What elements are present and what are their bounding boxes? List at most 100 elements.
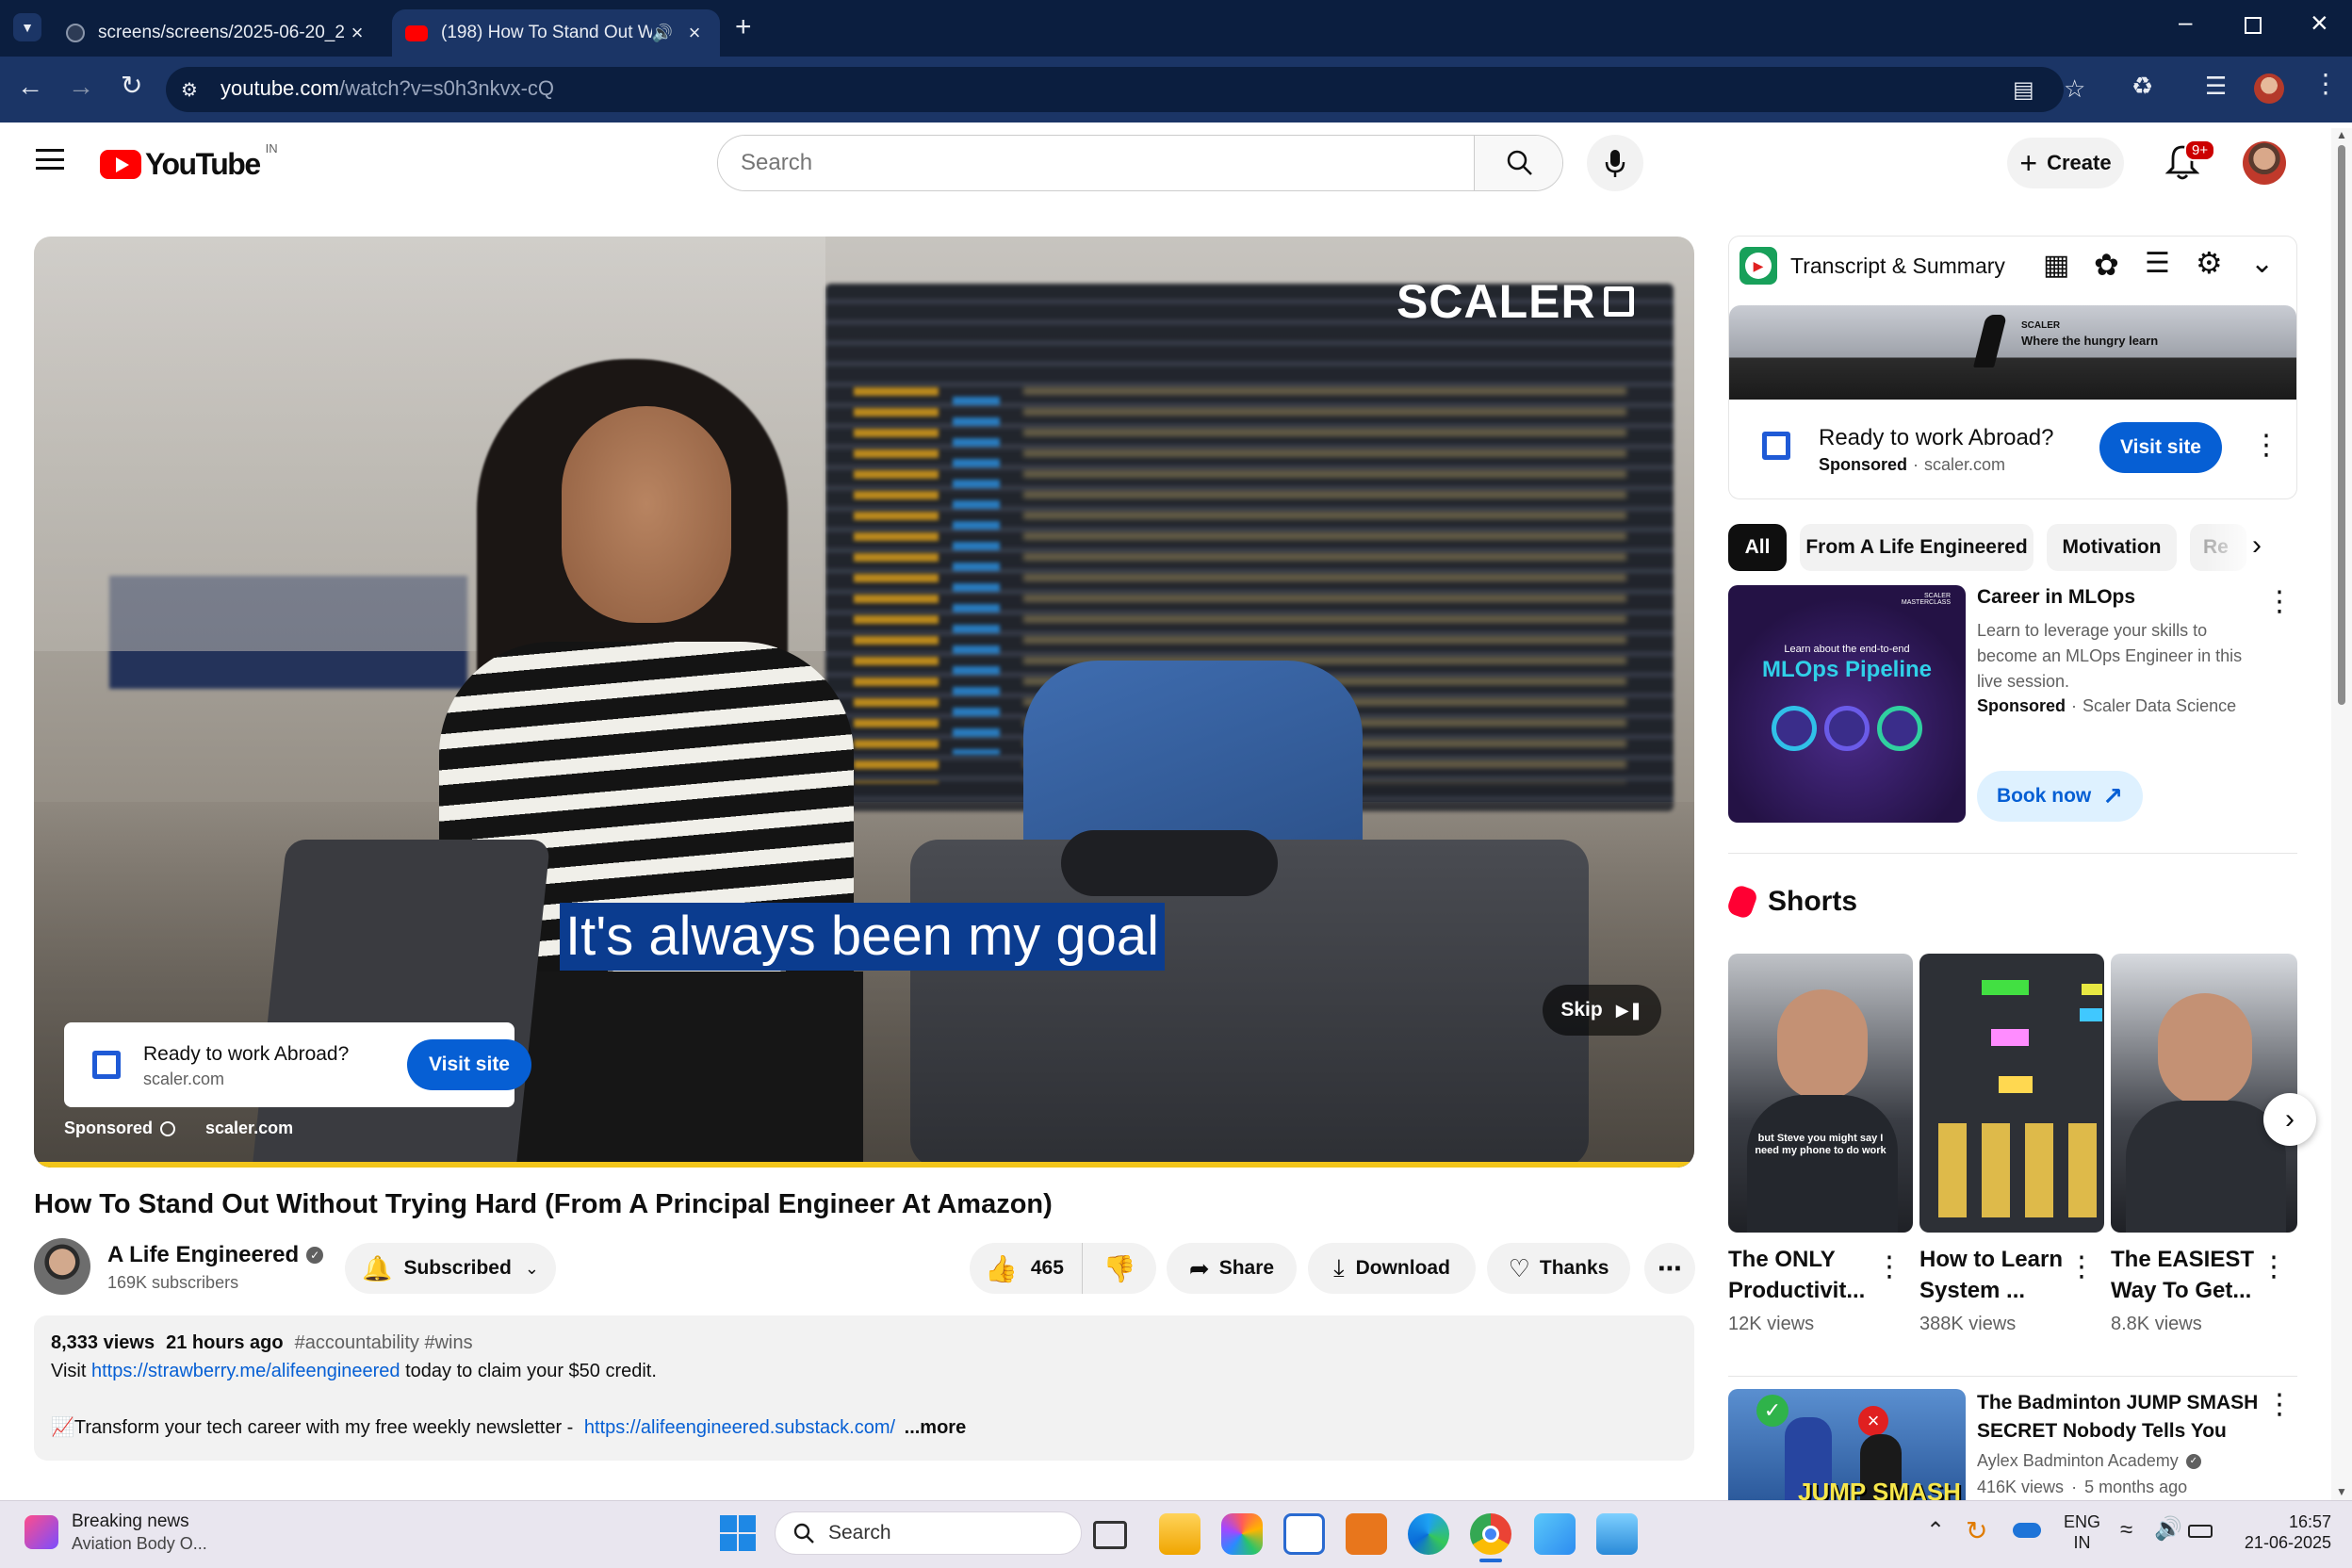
- chip-from-channel[interactable]: From A Life Engineered: [1800, 524, 2034, 571]
- browser-menu-icon[interactable]: ⋮: [2312, 68, 2339, 99]
- search-input[interactable]: [718, 136, 1474, 190]
- info-icon[interactable]: [160, 1120, 176, 1136]
- reload-icon[interactable]: ↻: [121, 70, 142, 101]
- document-icon[interactable]: ☰: [2145, 247, 2170, 280]
- chrome-icon[interactable]: [1470, 1513, 1511, 1555]
- desc-line1-link[interactable]: https://strawberry.me/alifeengineered: [91, 1361, 400, 1381]
- description-box[interactable]: 8,333 views 21 hours ago #accountability…: [34, 1315, 1694, 1461]
- transcript-header[interactable]: ▶ Transcript & Summary: [1740, 247, 2005, 285]
- skip-ad-button[interactable]: Skip ▶❚: [1543, 985, 1661, 1036]
- thanks-button[interactable]: ♡ Thanks: [1487, 1243, 1630, 1294]
- address-bar[interactable]: ⚙ youtube.com /watch?v=s0h3nkvx-cQ ▤ ☆: [166, 67, 2085, 112]
- guide-menu-icon[interactable]: [36, 149, 64, 170]
- forward-icon[interactable]: →: [68, 72, 94, 102]
- share-button[interactable]: ➦ Share: [1167, 1243, 1297, 1294]
- ad-overlay-card[interactable]: Ready to work Abroad? scaler.com Visit s…: [64, 1022, 531, 1107]
- clock[interactable]: 16:57 21-06-2025: [2233, 1511, 2331, 1553]
- volume-icon[interactable]: 🔊: [2154, 1515, 2182, 1543]
- onedrive-icon[interactable]: [2013, 1523, 2041, 1538]
- settings-gear-icon[interactable]: ⚙: [2196, 245, 2223, 281]
- book-now-button[interactable]: Book now ↗: [1977, 771, 2143, 822]
- office-app-icon[interactable]: [1346, 1513, 1387, 1555]
- channel-name-row[interactable]: A Life Engineered ✓: [107, 1242, 324, 1268]
- subscribed-button[interactable]: 🔔 Subscribed ⌄: [345, 1243, 556, 1294]
- video-player[interactable]: SCALER It's always been my goal Skip ▶❚ …: [34, 237, 1694, 1168]
- bookmark-star-icon[interactable]: ☆: [2064, 74, 2085, 104]
- tab-youtube[interactable]: (198) How To Stand Out Wi 🔊 ×: [392, 9, 720, 57]
- chevron-right-icon[interactable]: ›: [2252, 530, 2262, 562]
- channel-avatar[interactable]: [34, 1238, 90, 1295]
- minimize-button[interactable]: –: [2179, 8, 2192, 37]
- create-button[interactable]: + Create: [2007, 138, 2124, 188]
- task-view-icon[interactable]: [1093, 1521, 1127, 1549]
- ad-banner-image[interactable]: SCALER Where the hungry learn: [1729, 305, 2296, 400]
- taskbar-search[interactable]: Search: [775, 1511, 1082, 1555]
- more-options-icon[interactable]: ⋮: [2265, 588, 2294, 616]
- scroll-thumb[interactable]: [2338, 145, 2345, 705]
- close-window-button[interactable]: ×: [2311, 6, 2328, 41]
- edge-icon[interactable]: [1408, 1513, 1449, 1555]
- search-button[interactable]: [1474, 136, 1562, 190]
- new-tab-button[interactable]: +: [735, 11, 752, 43]
- remote-desktop-icon[interactable]: [1596, 1513, 1638, 1555]
- more-options-icon[interactable]: ⋮: [2260, 1253, 2288, 1282]
- m365-icon[interactable]: [1221, 1513, 1263, 1555]
- more-options-icon[interactable]: ⋮: [2252, 432, 2280, 460]
- start-button[interactable]: [720, 1515, 756, 1551]
- voice-search-button[interactable]: [1587, 135, 1643, 191]
- media-control-icon[interactable]: ☰: [2205, 72, 2227, 101]
- wifi-icon[interactable]: ≈: [2120, 1517, 2132, 1544]
- maximize-button[interactable]: [2245, 17, 2262, 34]
- more-actions-button[interactable]: ⋯: [1644, 1243, 1695, 1294]
- dislike-button[interactable]: 👎: [1083, 1243, 1156, 1294]
- chevron-down-icon[interactable]: ⌄: [2250, 247, 2274, 280]
- install-app-icon[interactable]: ▤: [2013, 76, 2034, 104]
- short-title-2[interactable]: How to Learn System ...: [1919, 1244, 2063, 1306]
- short-thumbnail-3[interactable]: [2111, 954, 2297, 1233]
- sidebar-visit-site-button[interactable]: Visit site: [2099, 422, 2222, 473]
- battery-icon[interactable]: [2188, 1525, 2213, 1538]
- close-icon[interactable]: ×: [345, 21, 369, 45]
- window-app-icon[interactable]: [1283, 1513, 1325, 1555]
- account-avatar[interactable]: [2243, 141, 2286, 185]
- notifications-button[interactable]: 9+: [2165, 139, 2216, 185]
- tab-search-button[interactable]: ▼: [13, 13, 41, 41]
- more-options-icon[interactable]: ⋮: [1875, 1253, 1903, 1282]
- youtube-logo[interactable]: YouTube IN: [100, 141, 278, 182]
- promo-title[interactable]: Career in MLOps: [1977, 586, 2135, 609]
- rec-video-title[interactable]: The Badminton JUMP SMASH SECRET Nobody T…: [1977, 1389, 2258, 1446]
- download-button[interactable]: ⤓ Download: [1308, 1243, 1476, 1294]
- shorts-next-button[interactable]: ›: [2263, 1093, 2316, 1146]
- robot-icon[interactable]: ▦: [2043, 249, 2069, 282]
- ad-progress-bar[interactable]: [34, 1162, 1694, 1168]
- short-thumbnail-2[interactable]: [1919, 954, 2104, 1233]
- video-thumbnail[interactable]: ✓ × JUMP SMASH: [1728, 1389, 1966, 1500]
- scroll-down-arrow[interactable]: ▼: [2336, 1485, 2347, 1498]
- extensions-icon[interactable]: ♻: [2132, 72, 2153, 101]
- snipping-tool-icon[interactable]: [1534, 1513, 1576, 1555]
- file-explorer-icon[interactable]: [1159, 1513, 1200, 1555]
- promo-thumbnail[interactable]: SCALER MASTERCLASS Learn about the end-t…: [1728, 585, 1966, 823]
- language-indicator[interactable]: ENG IN: [2064, 1511, 2100, 1553]
- more-options-icon[interactable]: ⋮: [2265, 1391, 2294, 1419]
- openai-icon[interactable]: ✿: [2094, 247, 2119, 283]
- back-icon[interactable]: ←: [17, 72, 43, 102]
- desc-line2-link[interactable]: https://alifeengineered.substack.com/: [584, 1417, 895, 1438]
- chip-all[interactable]: All: [1728, 524, 1787, 571]
- close-icon[interactable]: ×: [682, 21, 707, 45]
- sync-icon[interactable]: ↻: [1966, 1515, 1987, 1546]
- show-more-link[interactable]: ...more: [905, 1417, 967, 1438]
- tab-screens[interactable]: screens/screens/2025-06-20_2 ×: [53, 9, 383, 57]
- scroll-up-arrow[interactable]: ▲: [2336, 128, 2347, 141]
- short-thumbnail-1[interactable]: but Steve you might say I need my phone …: [1728, 954, 1913, 1233]
- news-widget[interactable]: Breaking news Aviation Body O...: [24, 1511, 251, 1557]
- page-scrollbar[interactable]: ▲ ▼: [2331, 128, 2352, 1500]
- short-title-1[interactable]: The ONLY Productivit...: [1728, 1244, 1865, 1306]
- site-info-icon[interactable]: ⚙: [181, 78, 198, 102]
- chip-motivation[interactable]: Motivation: [2047, 524, 2177, 571]
- short-title-3[interactable]: The EASIEST Way To Get...: [2111, 1244, 2254, 1306]
- ad-visit-site-button[interactable]: Visit site: [407, 1039, 531, 1090]
- like-button[interactable]: 👍 465: [970, 1243, 1083, 1294]
- hashtags[interactable]: #accountability #wins: [295, 1329, 473, 1357]
- profile-avatar[interactable]: [2254, 74, 2284, 104]
